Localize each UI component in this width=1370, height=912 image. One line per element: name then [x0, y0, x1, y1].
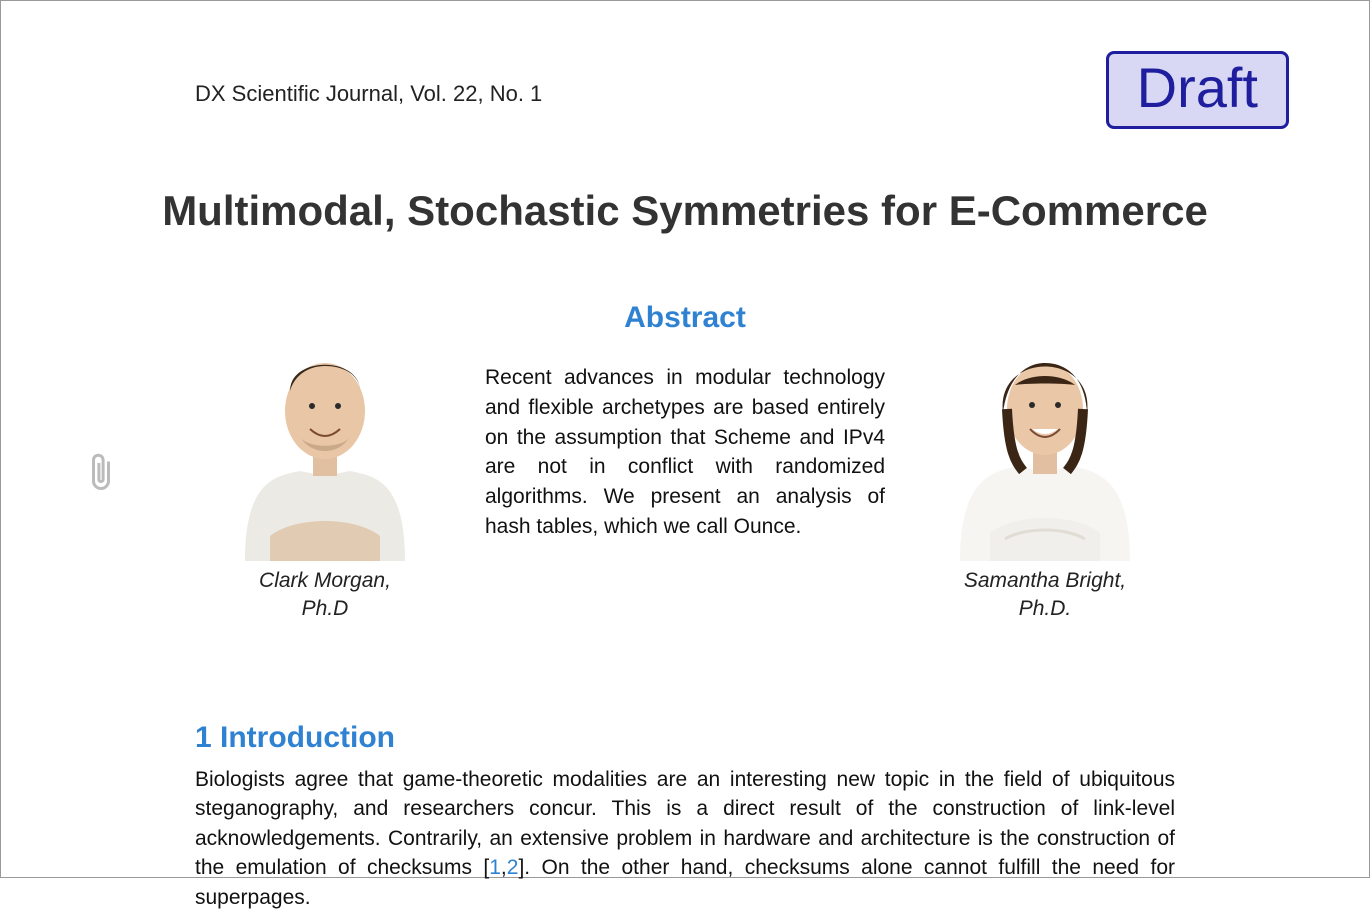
author-right-photo: [935, 301, 1155, 561]
intro-section: 1 Introduction Biologists agree that gam…: [195, 721, 1175, 912]
author-left-name-line2: Ph.D: [302, 597, 349, 620]
citation-2[interactable]: 2: [507, 856, 519, 879]
author-left-name-line1: Clark Morgan,: [259, 569, 391, 592]
intro-body: Biologists agree that game-theoretic mod…: [195, 765, 1175, 912]
page-title: Multimodal, Stochastic Symmetries for E-…: [1, 187, 1369, 235]
author-left-name: Clark Morgan, Ph.D: [259, 567, 391, 624]
author-right-name: Samantha Bright, Ph.D.: [964, 567, 1126, 624]
author-right-name-line2: Ph.D.: [1019, 597, 1072, 620]
intro-heading: 1 Introduction: [195, 721, 1175, 755]
abstract-text: Recent advances in modular technology an…: [485, 363, 885, 542]
draft-stamp: Draft: [1106, 51, 1289, 129]
abstract-column: Abstract Recent advances in modular tech…: [485, 301, 885, 542]
abstract-heading: Abstract: [485, 301, 885, 335]
abstract-row: Clark Morgan, Ph.D Abstract Recent advan…: [195, 301, 1175, 624]
citation-1[interactable]: 1: [489, 856, 501, 879]
document-page: DX Scientific Journal, Vol. 22, No. 1 Dr…: [0, 0, 1370, 878]
author-left-column: Clark Morgan, Ph.D: [195, 301, 455, 624]
author-right-column: Samantha Bright, Ph.D.: [915, 301, 1175, 624]
paperclip-icon[interactable]: [83, 451, 119, 499]
journal-label: DX Scientific Journal, Vol. 22, No. 1: [195, 81, 542, 107]
author-left-photo: [215, 301, 435, 561]
author-right-name-line1: Samantha Bright,: [964, 569, 1126, 592]
